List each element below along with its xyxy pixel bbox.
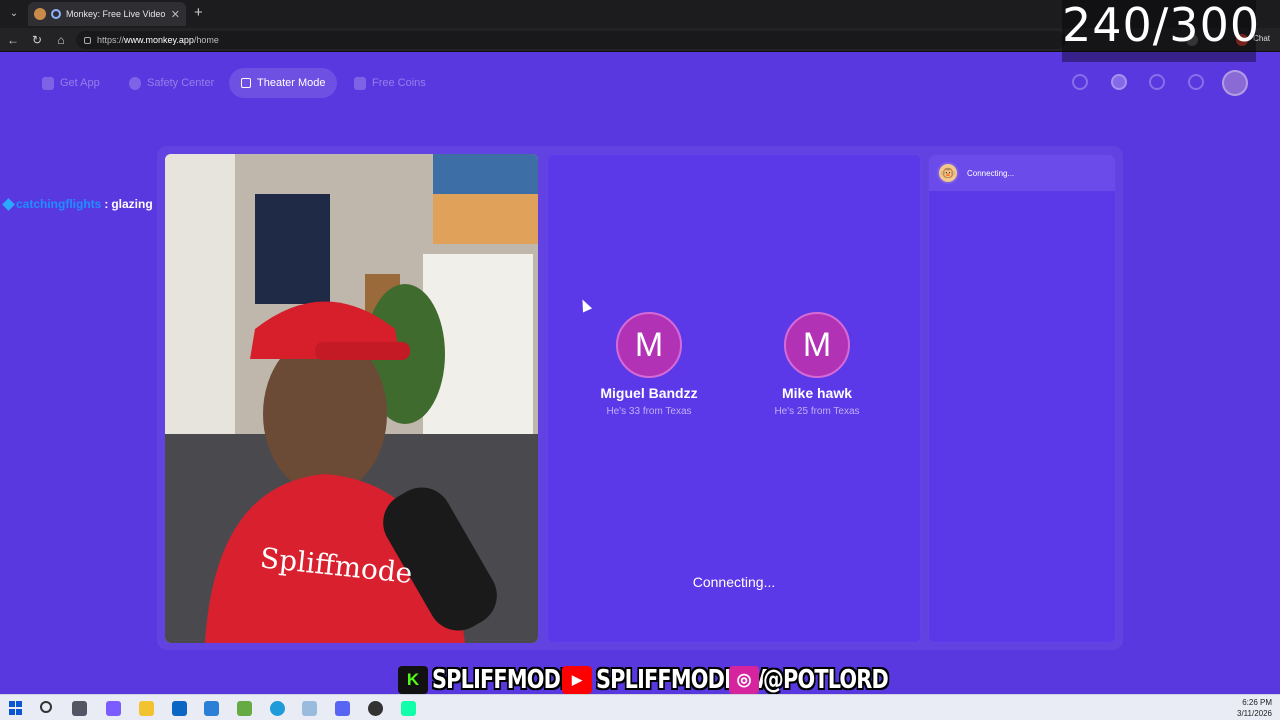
safety-center-button[interactable]: Safety Center <box>117 68 226 98</box>
theater-mode-button[interactable]: Theater Mode <box>229 68 338 98</box>
side-panel-header: 🐵 Connecting... <box>929 155 1115 191</box>
messages-icon[interactable] <box>1188 74 1204 90</box>
store-icon[interactable] <box>204 701 219 716</box>
shield-icon <box>129 76 141 90</box>
get-app-label: Get App <box>60 77 100 89</box>
monkey-favicon-icon <box>34 8 46 20</box>
chat-username: catchingflights <box>16 197 102 211</box>
kick-logo-icon: K <box>398 666 428 694</box>
windows-taskbar: 6:26 PM 3/11/2026 <box>0 694 1280 720</box>
home-icon[interactable]: ⌂ <box>53 32 69 48</box>
url-host: www.monkey.app <box>124 35 194 45</box>
system-clock[interactable]: 6:26 PM 3/11/2026 <box>1237 697 1272 719</box>
chat-badge-icon <box>2 197 15 211</box>
theater-mode-label: Theater Mode <box>257 77 326 89</box>
back-arrow-icon[interactable]: ← <box>5 32 21 48</box>
url-path: /home <box>193 35 219 45</box>
discord-icon[interactable] <box>335 701 350 716</box>
chat-separator: : <box>104 197 109 211</box>
app-icon[interactable] <box>401 701 416 716</box>
stream-counter: 240/300 <box>1062 0 1259 62</box>
youtube-logo-icon: ▶ <box>562 666 592 694</box>
free-coins-button[interactable]: Free Coins <box>342 68 438 98</box>
tab-close-icon[interactable]: ✕ <box>171 8 180 21</box>
match-avatar: M <box>616 312 682 378</box>
file-explorer-icon[interactable] <box>139 701 154 716</box>
instagram-logo-icon: ◎ <box>729 666 759 694</box>
outlook-icon[interactable] <box>172 701 187 716</box>
match-name: Miguel Bandzz <box>600 385 698 401</box>
reload-icon[interactable]: ↻ <box>29 32 45 48</box>
expand-icon <box>241 78 251 88</box>
url-text: https://www.monkey.app/home <box>97 35 219 45</box>
chat-side-panel: 🐵 Connecting... <box>928 154 1116 643</box>
monkey-avatar-icon: 🐵 <box>937 162 959 184</box>
match-card[interactable]: M Mike hawk He's 25 from Texas <box>747 312 887 417</box>
edge-icon[interactable] <box>270 701 285 716</box>
free-coins-label: Free Coins <box>372 77 426 89</box>
social-instagram: ◎ @POTLORD <box>729 665 919 695</box>
clock-time: 6:26 PM <box>1242 698 1272 707</box>
obs-icon[interactable] <box>368 701 383 716</box>
coin-icon[interactable] <box>1111 74 1127 90</box>
task-view-icon[interactable] <box>72 701 87 716</box>
app-icon[interactable] <box>302 701 317 716</box>
start-icon[interactable] <box>9 701 24 716</box>
search-taskbar-icon[interactable] <box>40 701 52 713</box>
copilot-taskbar-icon[interactable] <box>106 701 121 716</box>
match-details: He's 33 from Texas <box>606 406 692 417</box>
browser-tab[interactable]: Monkey: Free Live Video Chat ✕ <box>28 2 186 26</box>
match-details: He's 25 from Texas <box>774 406 860 417</box>
kick-handle: SPLIFFMODE <box>432 665 574 695</box>
search-icon[interactable] <box>1072 74 1088 90</box>
tab-audio-icon <box>51 9 61 19</box>
webcam-scene: Spliffmode <box>165 154 538 643</box>
tab-list-chevron-icon[interactable]: ⌄ <box>6 6 22 22</box>
safety-center-label: Safety Center <box>147 77 215 89</box>
phone-icon <box>42 76 54 90</box>
clock-date: 3/11/2026 <box>1237 709 1272 718</box>
history-icon[interactable] <box>1149 74 1165 90</box>
coins-icon <box>354 76 366 90</box>
local-webcam-video: Spliffmode <box>165 154 538 643</box>
get-app-button[interactable]: Get App <box>30 68 112 98</box>
stream-chat-message: catchingflights : glazing <box>2 197 153 211</box>
tab-title: Monkey: Free Live Video Chat <box>66 9 166 19</box>
address-bar[interactable]: https://www.monkey.app/home <box>76 31 1066 49</box>
lock-icon <box>84 36 91 44</box>
match-card[interactable]: M Miguel Bandzz He's 33 from Texas <box>579 312 719 417</box>
user-avatar[interactable] <box>1222 70 1248 96</box>
new-tab-icon[interactable]: + <box>194 5 203 21</box>
url-scheme: https:// <box>97 35 125 45</box>
side-panel-status: Connecting... <box>967 168 1015 178</box>
connecting-status: Connecting... <box>692 574 776 590</box>
chat-message: glazing <box>111 197 153 211</box>
match-name: Mike hawk <box>781 385 853 401</box>
instagram-handle: @POTLORD <box>763 665 889 695</box>
app-icon[interactable] <box>237 701 252 716</box>
match-avatar: M <box>784 312 850 378</box>
